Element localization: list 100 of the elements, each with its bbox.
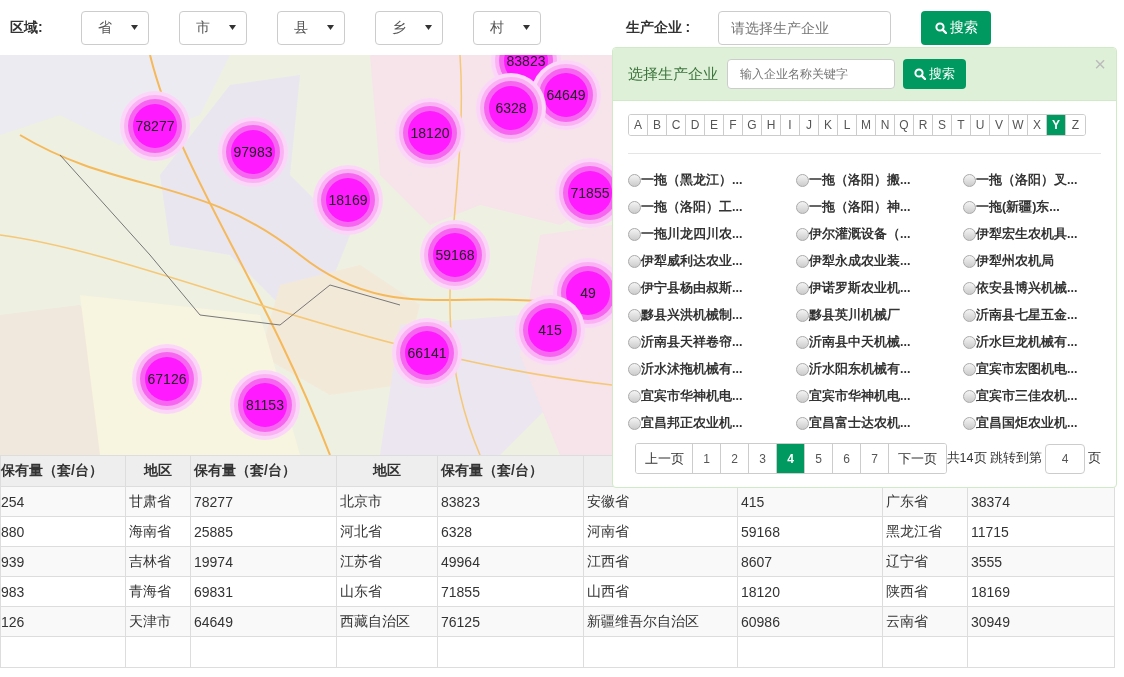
radio-button[interactable] <box>963 173 976 187</box>
company-name[interactable]: 一拖（洛阳）神... <box>809 198 911 216</box>
radio-button[interactable] <box>628 173 641 187</box>
radio-button[interactable] <box>628 254 641 268</box>
radio-button[interactable] <box>796 281 809 295</box>
radio-button[interactable] <box>628 389 641 403</box>
dropdown[interactable]: 乡 <box>374 10 443 45</box>
radio-button[interactable] <box>796 254 809 268</box>
radio-button[interactable] <box>796 335 809 349</box>
column-header: 保有量（套/台） <box>190 455 337 487</box>
caret-icon <box>228 25 236 30</box>
dropdown[interactable]: 村 <box>472 10 541 45</box>
table-cell: 海南省 <box>125 516 191 547</box>
company-name[interactable]: 宜宾市三佳农机... <box>976 387 1078 405</box>
table-cell: 甘肃省 <box>125 486 191 517</box>
table-cell: 山西省 <box>583 576 738 607</box>
company-name[interactable]: 伊犁州农机局 <box>976 252 1054 270</box>
table-cell: 天津市 <box>125 606 191 637</box>
region-label: 区域: <box>10 18 43 37</box>
company-name[interactable]: 伊诺罗斯农业机... <box>809 279 911 297</box>
company-name[interactable]: 宜昌国炬农业机... <box>976 414 1078 432</box>
page-jump-field[interactable]: 4 <box>1045 443 1085 474</box>
radio-button[interactable] <box>796 416 809 430</box>
table-cell: 广东省 <box>882 486 968 517</box>
table-cell: 880 <box>0 516 126 547</box>
table-cell: 64649 <box>190 606 337 637</box>
radio-button[interactable] <box>796 389 809 403</box>
company-name[interactable]: 宜宾市华神机电... <box>809 387 911 405</box>
radio-button[interactable] <box>963 308 976 322</box>
dropdown[interactable]: 县 <box>276 10 345 45</box>
radio-button[interactable] <box>963 362 976 376</box>
page-button[interactable]: 4 <box>777 444 805 473</box>
radio-button[interactable] <box>796 173 809 187</box>
dropdown[interactable]: 省 <box>80 10 149 45</box>
dropdown[interactable]: 市 <box>178 10 247 45</box>
search-button[interactable]: 搜索 <box>921 10 992 45</box>
page-total-text: 共14页 跳转到第 <box>946 450 1042 467</box>
dialog-title: 选择生产企业 <box>628 64 718 84</box>
company-name[interactable]: 沂南县七星五金... <box>976 306 1078 324</box>
table-cell: 河北省 <box>336 516 438 547</box>
letter-tab[interactable]: Y <box>1047 115 1066 135</box>
company-name[interactable]: 一拖（洛阳）工... <box>641 198 743 216</box>
company-name[interactable]: 一拖(新疆)东... <box>976 198 1060 216</box>
radio-button[interactable] <box>628 335 641 349</box>
radio-button[interactable] <box>796 200 809 214</box>
radio-button[interactable] <box>963 227 976 241</box>
company-name[interactable]: 依安县博兴机械... <box>976 279 1078 297</box>
company-name[interactable]: 伊宁县杨由叔斯... <box>641 279 743 297</box>
company-name[interactable]: 沂水巨龙机械有... <box>976 333 1078 351</box>
company-name[interactable]: 沂水阳东机械有... <box>809 360 911 378</box>
company-name[interactable]: 一拖（洛阳）叉... <box>976 171 1078 189</box>
table-cell: 69831 <box>190 576 337 607</box>
company-name[interactable]: 宜昌富士达农机... <box>809 414 911 432</box>
letter-tab[interactable]: W <box>1009 115 1028 135</box>
radio-button[interactable] <box>963 281 976 295</box>
radio-button[interactable] <box>628 200 641 214</box>
company-name[interactable]: 沂南县天祥卷帘... <box>641 333 743 351</box>
company-name[interactable]: 宜昌邦正农业机... <box>641 414 743 432</box>
previous-page-button[interactable]: 上一页 <box>636 444 693 473</box>
company-name[interactable]: 宜宾市华神机电... <box>641 387 743 405</box>
table-cell: 云南省 <box>882 606 968 637</box>
radio-button[interactable] <box>963 389 976 403</box>
radio-button[interactable] <box>796 308 809 322</box>
caret-icon <box>130 25 138 30</box>
radio-button[interactable] <box>796 227 809 241</box>
company-name[interactable]: 宜宾市宏图机电... <box>976 360 1078 378</box>
table-cell: 辽宁省 <box>882 546 968 577</box>
radio-button[interactable] <box>628 416 641 430</box>
company-name[interactable]: 一拖（黑龙江）... <box>641 171 743 189</box>
table-cell: 北京市 <box>336 486 438 517</box>
letter-tab[interactable]: A <box>629 115 648 135</box>
table-cell: 78277 <box>190 486 337 517</box>
table-cell: 吉林省 <box>125 546 191 577</box>
search-button[interactable]: 搜索 <box>903 59 966 89</box>
company-name[interactable]: 黟县兴洪机械制... <box>641 306 743 324</box>
company-field[interactable]: 请选择生产企业 <box>718 10 892 45</box>
radio-button[interactable] <box>628 281 641 295</box>
radio-button[interactable] <box>963 200 976 214</box>
radio-button[interactable] <box>796 362 809 376</box>
company-name[interactable]: 伊犁威利达农业... <box>641 252 743 270</box>
company-name[interactable]: 黟县英川机械厂 <box>809 306 900 324</box>
radio-button[interactable] <box>963 254 976 268</box>
radio-button[interactable] <box>628 227 641 241</box>
company-name[interactable]: 一拖（洛阳）搬... <box>809 171 911 189</box>
company-name[interactable]: 沂南县中天机械... <box>809 333 911 351</box>
company-name[interactable]: 伊犁宏生农机具... <box>976 225 1078 243</box>
company-name[interactable]: 一拖川龙四川农... <box>641 225 743 243</box>
column-header: 地区 <box>125 455 191 487</box>
table-cell: 新疆维吾尔自治区 <box>583 606 738 637</box>
radio-button[interactable] <box>628 308 641 322</box>
keyword-field[interactable]: 输入企业名称关键字 <box>727 59 895 89</box>
radio-button[interactable] <box>628 362 641 376</box>
company-name[interactable]: 沂水沭拖机械有... <box>641 360 743 378</box>
radio-button[interactable] <box>963 416 976 430</box>
table-cell: 76125 <box>437 606 584 637</box>
table-cell: 126 <box>0 606 126 637</box>
radio-button[interactable] <box>963 335 976 349</box>
company-name[interactable]: 伊犁永成农业装... <box>809 252 911 270</box>
table-cell: 河南省 <box>583 516 738 547</box>
company-name[interactable]: 伊尔灌溉设备（... <box>809 225 911 243</box>
